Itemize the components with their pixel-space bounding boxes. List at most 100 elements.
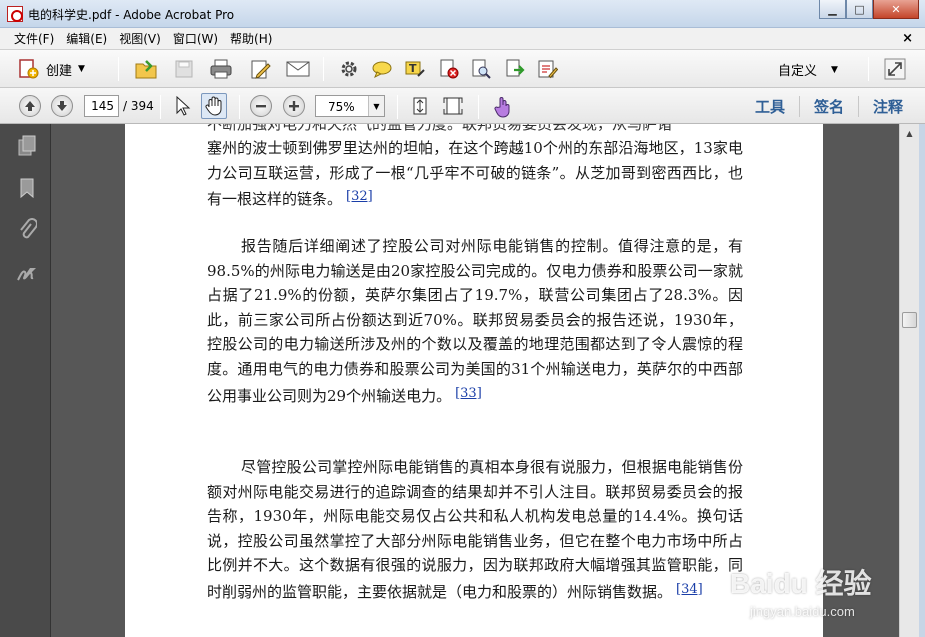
title-bar: 电的科学史.pdf - Adobe Acrobat Pro ▁ □ ✕ — [0, 0, 925, 28]
save-icon — [175, 60, 193, 78]
paragraph: 报告随后详细阐述了控股公司对州际电能销售的控制。值得注意的是，有98.5%的州际… — [207, 234, 743, 408]
pdf-page: 不断加强对电力和天然气的监管力度。联邦贸易委员会发现，从马萨诸 塞州的波士顿到佛… — [125, 124, 823, 637]
arrow-up-icon — [25, 101, 35, 111]
vertical-scrollbar[interactable]: ▲ — [899, 124, 919, 637]
menu-bar: 文件(F) 编辑(E) 视图(V) 窗口(W) 帮助(H) × — [0, 28, 925, 50]
paragraph-text: 尽管控股公司掌控州际电能销售的真相本身很有说服力，但根据电能销售份额对州际电能交… — [207, 458, 743, 601]
remove-button[interactable] — [436, 56, 462, 82]
menu-file[interactable]: 文件(F) — [8, 30, 60, 47]
customize-menu[interactable]: 自定义 ▼ — [778, 60, 838, 79]
toolbar-divider — [239, 95, 240, 119]
delete-page-icon — [440, 59, 459, 79]
close-button[interactable]: ✕ — [873, 0, 919, 19]
touch-hand-icon — [494, 97, 510, 118]
attachments-icon[interactable] — [16, 218, 38, 242]
open-folder-icon — [135, 60, 157, 79]
next-page-button[interactable] — [51, 95, 73, 117]
open-folder-button[interactable] — [133, 56, 159, 82]
paragraph-text: 塞州的波士顿到佛罗里达州的坦帕，在这个跨越10个州的东部沿海地区，13家电力公司… — [207, 139, 743, 209]
navigation-toolbar: 145 / 394 75% ▼ 工具 签名 注释 — [0, 88, 925, 124]
edit-button[interactable] — [248, 56, 274, 82]
email-button[interactable] — [285, 56, 311, 82]
page-number-input[interactable]: 145 — [84, 95, 119, 117]
full-screen-button[interactable] — [882, 56, 908, 82]
close-document-icon[interactable]: × — [902, 31, 913, 46]
zoom-value: 75% — [328, 100, 355, 114]
edit-document-icon — [251, 60, 271, 79]
create-button[interactable]: 创建 ▼ — [18, 56, 85, 82]
select-tool-button[interactable] — [170, 93, 196, 119]
maximize-button[interactable]: □ — [846, 0, 873, 19]
svg-text:T: T — [409, 62, 417, 75]
page-total: / 394 — [123, 99, 154, 113]
tab-sign[interactable]: 签名 — [798, 95, 858, 117]
cursor-arrow-icon — [176, 95, 191, 116]
toolbar-divider — [160, 95, 161, 119]
envelope-icon — [286, 61, 310, 77]
paragraph: 塞州的波士顿到佛罗里达州的坦帕，在这个跨越10个州的东部沿海地区，13家电力公司… — [207, 136, 743, 212]
read-mode-button[interactable] — [490, 93, 516, 119]
toolbar-divider — [478, 95, 479, 119]
hand-icon — [205, 96, 222, 116]
sign-form-button[interactable] — [534, 56, 560, 82]
tab-comment[interactable]: 注释 — [857, 95, 917, 117]
footnote-link[interactable]: [33] — [455, 386, 482, 401]
menu-window[interactable]: 窗口(W) — [167, 30, 224, 47]
window-frame — [919, 124, 925, 637]
form-edit-icon — [538, 60, 558, 79]
toolbar-divider — [118, 57, 119, 81]
toolbar-divider — [397, 95, 398, 119]
save-button[interactable] — [171, 56, 197, 82]
main-toolbar: 创建 ▼ T 自定义 ▼ — [0, 50, 925, 88]
scroll-up-icon[interactable]: ▲ — [902, 126, 917, 142]
search-button[interactable] — [468, 56, 494, 82]
menu-view[interactable]: 视图(V) — [113, 30, 167, 47]
chevron-down-icon[interactable]: ▼ — [368, 96, 384, 116]
zoom-select[interactable]: 75% ▼ — [315, 95, 385, 117]
printer-icon — [210, 59, 232, 79]
pdf-icon — [7, 6, 23, 22]
fit-width-icon — [443, 97, 463, 115]
highlight-text-icon: T — [405, 61, 425, 77]
settings-button[interactable] — [336, 56, 362, 82]
scrollbar-thumb[interactable] — [902, 312, 917, 328]
zoom-in-button[interactable] — [283, 95, 305, 117]
fit-width-button[interactable] — [440, 93, 466, 119]
window-controls: ▁ □ ✕ — [819, 0, 919, 19]
menu-edit[interactable]: 编辑(E) — [60, 30, 113, 47]
speech-bubble-icon — [372, 61, 392, 79]
hand-tool-button[interactable] — [201, 93, 227, 119]
page-thumbnails-icon[interactable] — [16, 134, 38, 158]
arrow-down-icon — [57, 101, 67, 111]
navigation-pane — [0, 124, 51, 637]
toolbar-divider — [323, 57, 324, 81]
chevron-down-icon: ▼ — [78, 64, 85, 74]
watermark-logo: Baidu 经验 — [730, 568, 872, 599]
minimize-button[interactable]: ▁ — [819, 0, 846, 19]
menu-help[interactable]: 帮助(H) — [224, 30, 278, 47]
fit-page-button[interactable] — [407, 93, 433, 119]
footnote-link[interactable]: [32] — [346, 189, 373, 204]
customize-label: 自定义 — [778, 64, 818, 79]
text-highlight-button[interactable]: T — [402, 56, 428, 82]
document-view[interactable]: 不断加强对电力和天然气的监管力度。联邦贸易委员会发现，从马萨诸 塞州的波士顿到佛… — [51, 124, 899, 637]
window-title: 电的科学史.pdf - Adobe Acrobat Pro — [28, 8, 235, 22]
previous-page-button[interactable] — [19, 95, 41, 117]
partial-line: 不断加强对电力和天然气的监管力度。联邦贸易委员会发现，从马萨诸 — [207, 124, 743, 132]
watermark: Baidu 经验 jingyan.baidu.com — [730, 562, 890, 632]
expand-icon — [884, 58, 906, 80]
paragraph-text: 报告随后详细阐述了控股公司对州际电能销售的控制。值得注意的是，有98.5%的州际… — [207, 237, 743, 405]
search-document-icon — [472, 59, 491, 79]
create-icon — [19, 59, 39, 79]
comment-button[interactable] — [369, 56, 395, 82]
signatures-icon[interactable] — [16, 262, 38, 286]
bookmarks-icon[interactable] — [16, 176, 38, 200]
paragraph: 尽管控股公司掌控州际电能销售的真相本身很有说服力，但根据电能销售份额对州际电能交… — [207, 455, 743, 605]
footnote-link[interactable]: [34] — [676, 582, 703, 597]
chevron-down-icon: ▼ — [831, 64, 838, 75]
tab-tools[interactable]: 工具 — [741, 96, 799, 117]
zoom-out-button[interactable] — [250, 95, 272, 117]
export-button[interactable] — [502, 56, 528, 82]
print-button[interactable] — [208, 56, 234, 82]
plus-icon — [289, 101, 299, 111]
